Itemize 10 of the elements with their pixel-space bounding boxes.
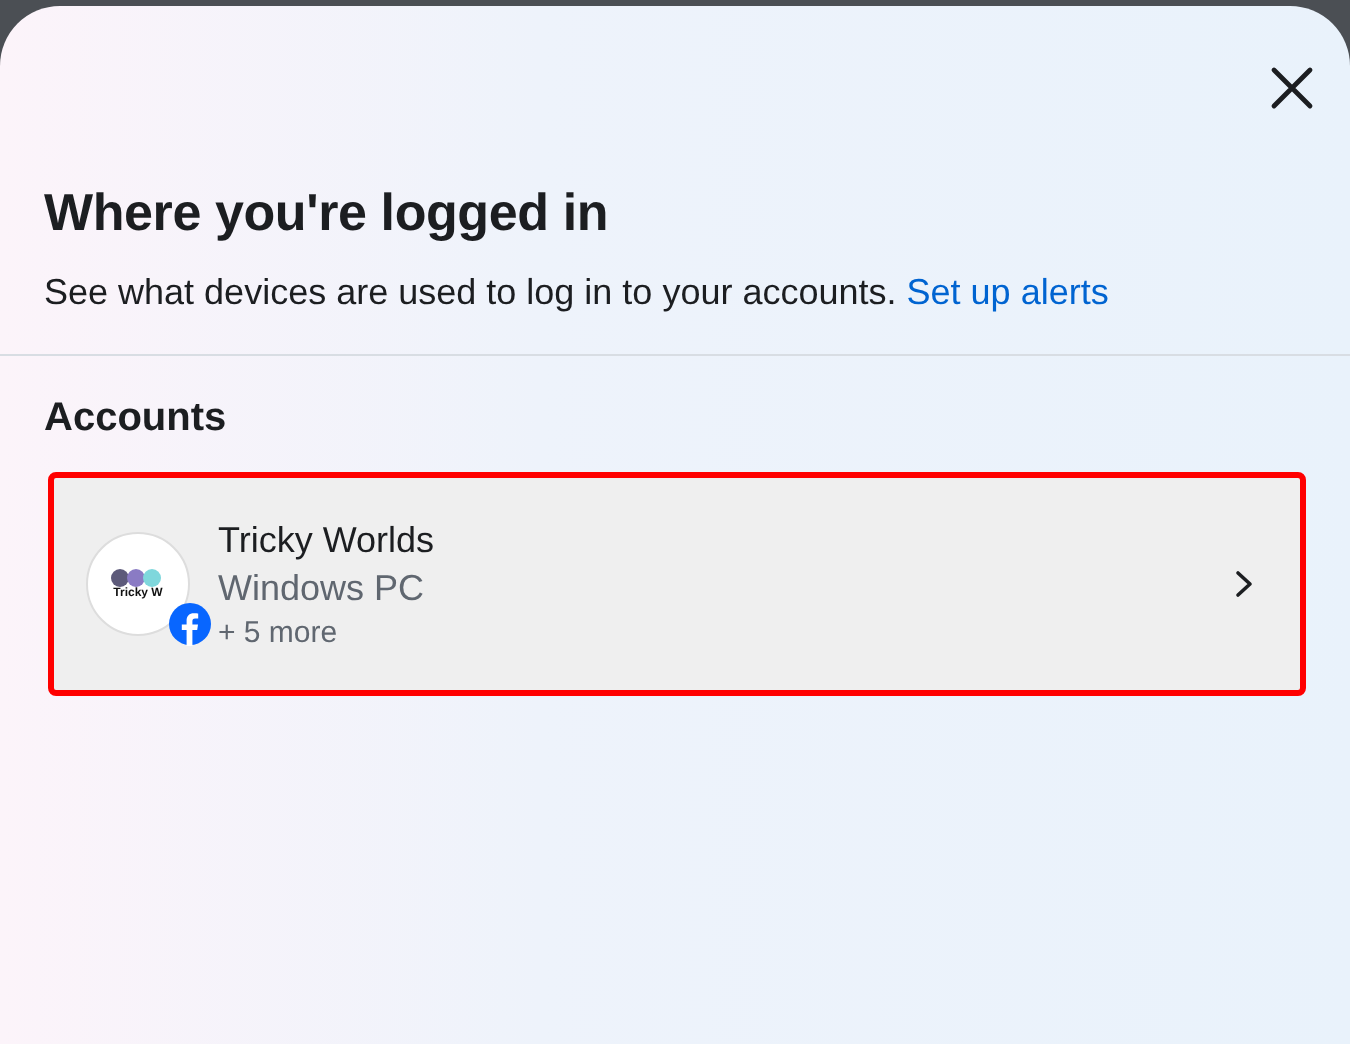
facebook-badge-icon (168, 602, 212, 646)
more-devices-count: + 5 more (218, 615, 340, 649)
dialog-description: See what devices are used to log in to your accounts. Set up alerts (44, 272, 1111, 314)
set-up-alerts-link[interactable]: Set up alerts (906, 272, 1109, 312)
device-name: Windows PC (218, 567, 427, 609)
dialog-title: Where you're logged in (44, 182, 611, 244)
section-heading: Accounts (44, 396, 229, 442)
account-name: Tricky Worlds (218, 519, 436, 561)
close-icon[interactable] (1270, 66, 1314, 110)
chevron-right-icon (1232, 570, 1256, 598)
